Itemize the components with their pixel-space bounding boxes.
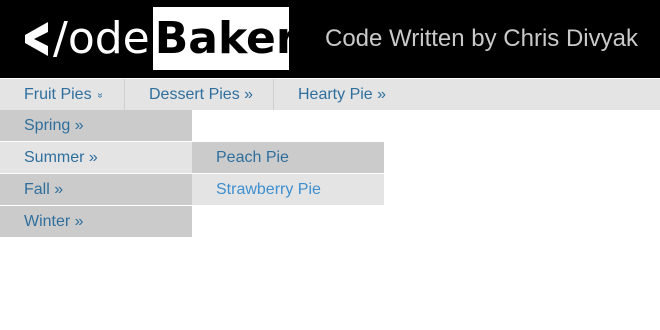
submenu-item-label: Spring » xyxy=(24,117,84,134)
flyout-item-peach-pie[interactable]: Peach Pie xyxy=(192,142,384,173)
submenu-item-winter[interactable]: Winter » xyxy=(0,206,192,237)
submenu-item-fall[interactable]: Fall » xyxy=(0,174,192,205)
submenu-item-summer[interactable]: Summer » xyxy=(0,142,192,173)
submenu-item-label: Fall » xyxy=(24,181,64,198)
codebaker-logo[interactable]: /ode Baker xyxy=(22,7,298,70)
nav-item-label: Hearty Pie » xyxy=(298,86,387,103)
main-nav: Fruit Pies » Dessert Pies » Hearty Pie » xyxy=(0,79,660,110)
logo-light-part: /ode xyxy=(22,7,153,70)
submenu-item-label: Summer » xyxy=(24,149,98,166)
logo-bold-part: Baker xyxy=(152,7,298,70)
double-chevron-down-icon: » xyxy=(95,92,107,99)
nav-item-hearty-pie[interactable]: Hearty Pie » xyxy=(274,79,414,110)
chevron-left-icon xyxy=(25,21,48,56)
site-header: /ode Baker Code Written by Chris Divyak xyxy=(0,0,660,78)
nav-item-label: Fruit Pies xyxy=(24,86,92,103)
submenu-item-spring[interactable]: Spring » xyxy=(0,110,192,141)
flyout-item-strawberry-pie[interactable]: Strawberry Pie xyxy=(192,174,384,205)
header-tagline: Code Written by Chris Divyak xyxy=(325,25,638,52)
nav-item-dessert-pies[interactable]: Dessert Pies » xyxy=(125,79,274,110)
flyout-item-label: Strawberry Pie xyxy=(216,181,321,198)
logo-bold-text: Baker xyxy=(154,12,298,64)
nav-item-fruit-pies[interactable]: Fruit Pies » xyxy=(0,79,125,110)
nav-item-label: Dessert Pies » xyxy=(149,86,254,103)
flyout-item-label: Peach Pie xyxy=(216,149,289,166)
submenu-item-label: Winter » xyxy=(24,213,84,230)
logo-light-text: /ode xyxy=(53,12,150,64)
